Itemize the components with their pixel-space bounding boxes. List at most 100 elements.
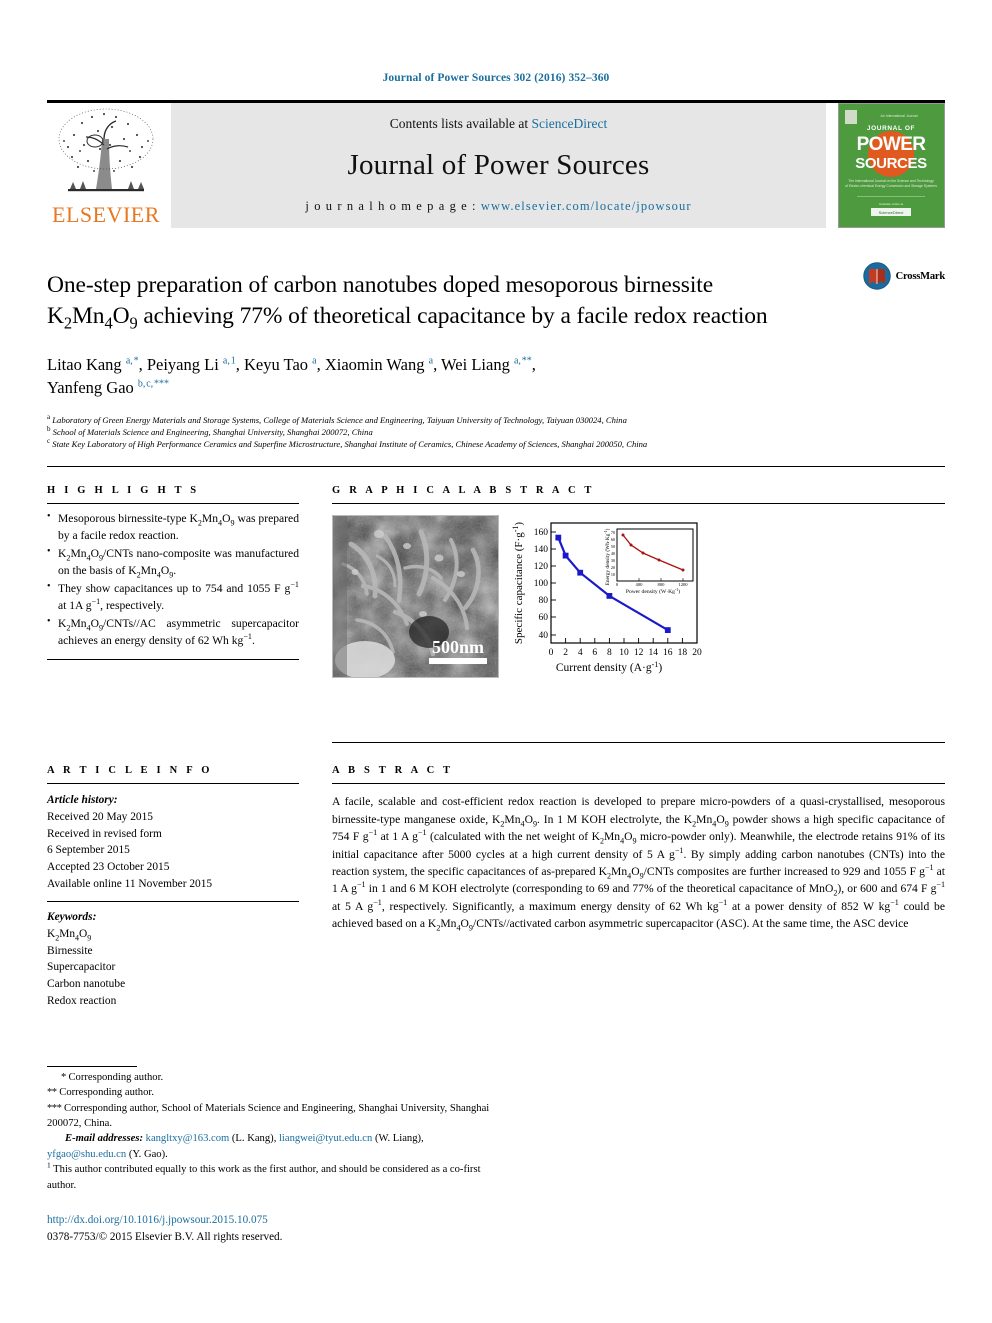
specific-capacitance-plot: 40 60 80 100 120 140 160 0 2 4 6 8 10 12… bbox=[511, 522, 702, 674]
svg-text:6: 6 bbox=[592, 648, 597, 658]
highlights-heading: H I G H L I G H T S bbox=[47, 485, 200, 497]
svg-text:8: 8 bbox=[607, 648, 612, 658]
author-affiliation-mark: a, 1 bbox=[222, 355, 236, 367]
graphical-abstract-column: G R A P H I C A L A B S T R A C T 500nm … bbox=[332, 485, 945, 744]
x-axis-label: Current density (A·g-1) bbox=[556, 660, 663, 674]
journal-title: Journal of Power Sources bbox=[347, 149, 650, 181]
keywords-divider bbox=[47, 901, 299, 903]
footnotes-block: * Corresponding author. ** Corresponding… bbox=[47, 1066, 502, 1193]
sem-micrograph-art: 500nm bbox=[333, 516, 498, 678]
svg-text:JOURNAL OF: JOURNAL OF bbox=[867, 125, 915, 132]
list-item: K2Mn4O9/CNTs//AC asymmetric supercapacit… bbox=[47, 615, 299, 650]
elsevier-tree-icon bbox=[58, 108, 154, 192]
author-item[interactable]: Xiaomin Wang a bbox=[325, 355, 433, 374]
email-addresses-label: E-mail addresses: bbox=[65, 1133, 143, 1145]
svg-text:14: 14 bbox=[648, 648, 658, 658]
affiliation-item: a Laboratory of Green Energy Materials a… bbox=[47, 414, 945, 426]
svg-text:An International Journal: An International Journal bbox=[881, 114, 918, 118]
author-affiliation-mark: b, c, *** bbox=[137, 378, 170, 390]
affiliation-mark: c bbox=[47, 437, 51, 446]
svg-text:ScienceDirect: ScienceDirect bbox=[879, 210, 905, 215]
journal-cover-image: An International Journal JOURNAL OF POWE… bbox=[838, 103, 945, 228]
footer-block: http://dx.doi.org/10.1016/j.jpowsour.201… bbox=[47, 1212, 282, 1246]
svg-text:500nm: 500nm bbox=[432, 637, 484, 657]
contents-prefix: Contents lists available at bbox=[389, 116, 532, 131]
email-owner: (L. Kang) bbox=[231, 1133, 274, 1145]
list-item: They show capacitances up to 754 and 105… bbox=[47, 580, 299, 615]
svg-text:160: 160 bbox=[534, 528, 549, 538]
journal-cover-art: An International Journal JOURNAL OF POWE… bbox=[839, 104, 944, 227]
article-history-block: Article history: Received 20 May 2015 Re… bbox=[47, 792, 299, 892]
crossmark-badge[interactable]: CrossMark bbox=[862, 262, 945, 290]
abstract-rule bbox=[332, 783, 945, 785]
article-info-column: A R T I C L E I N F O Article history: R… bbox=[47, 765, 299, 1009]
crossmark-icon bbox=[862, 262, 891, 290]
footnote-item: ** Corresponding author. bbox=[47, 1085, 502, 1100]
svg-text:0: 0 bbox=[549, 648, 554, 658]
author-item[interactable]: Yanfeng Gao b, c, *** bbox=[47, 378, 169, 397]
page-title: One-step preparation of carbon nanotubes… bbox=[47, 272, 768, 333]
svg-text:of Electro chemical Energy Con: of Electro chemical Energy Conversion an… bbox=[845, 184, 937, 188]
abstract-text: A facile, scalable and cost-efficient re… bbox=[332, 795, 946, 933]
footnote-email-item: E-mail addresses: kangltxy@163.com (L. K… bbox=[47, 1133, 424, 1160]
svg-text:400: 400 bbox=[636, 582, 644, 587]
svg-text:2: 2 bbox=[563, 648, 568, 658]
affiliation-text: State Key Laboratory of High Performance… bbox=[52, 439, 648, 450]
svg-text:12: 12 bbox=[634, 648, 644, 658]
history-item: Accepted 23 October 2015 bbox=[47, 861, 170, 874]
footnote-text: Corresponding author. bbox=[68, 1072, 164, 1083]
info-abstract-row: A R T I C L E I N F O Article history: R… bbox=[47, 765, 945, 1009]
elsevier-logo: ELSEVIER bbox=[47, 103, 165, 228]
footnote-item: *** Corresponding author, School of Mate… bbox=[47, 1101, 502, 1132]
svg-text:30: 30 bbox=[611, 558, 615, 563]
elsevier-wordmark: ELSEVIER bbox=[52, 202, 160, 227]
author-item[interactable]: Keyu Tao a bbox=[244, 355, 317, 374]
y-axis-label: Specific capacitance (F·g-1) bbox=[511, 522, 525, 644]
author-affiliation-mark: a bbox=[312, 355, 317, 367]
svg-text:800: 800 bbox=[658, 582, 666, 587]
svg-text:10: 10 bbox=[619, 648, 629, 658]
sciencedirect-link[interactable]: ScienceDirect bbox=[532, 116, 608, 131]
affiliation-list: a Laboratory of Green Energy Materials a… bbox=[47, 414, 945, 451]
graphical-abstract-heading: G R A P H I C A L A B S T R A C T bbox=[332, 485, 595, 497]
history-item: Received 20 May 2015 bbox=[47, 811, 153, 824]
article-info-heading: A R T I C L E I N F O bbox=[47, 765, 213, 777]
svg-text:10: 10 bbox=[611, 572, 615, 577]
title-divider bbox=[47, 466, 945, 468]
author-affiliation-mark: a, ** bbox=[513, 355, 532, 367]
list-item: Mesoporous birnessite-type K2Mn4O9 was p… bbox=[47, 510, 299, 545]
author-affiliation-mark: a, * bbox=[125, 355, 139, 367]
svg-text:40: 40 bbox=[611, 551, 615, 556]
author-affiliation-mark: a bbox=[428, 355, 434, 367]
svg-text:100: 100 bbox=[534, 579, 549, 589]
author-list: Litao Kang a, *, Peiyang Li a, 1, Keyu T… bbox=[47, 355, 536, 398]
svg-text:60: 60 bbox=[539, 613, 549, 623]
email-link[interactable]: kangltxy@163.com bbox=[146, 1133, 230, 1144]
doi-link[interactable]: http://dx.doi.org/10.1016/j.jpowsour.201… bbox=[47, 1212, 282, 1229]
author-item[interactable]: Peiyang Li a, 1 bbox=[147, 355, 236, 374]
svg-text:140: 140 bbox=[534, 545, 549, 555]
keywords-block: Keywords: K2Mn4O9 Birnessite Supercapaci… bbox=[47, 909, 299, 1009]
homepage-url-link[interactable]: www.elsevier.com/locate/jpowsour bbox=[481, 199, 692, 213]
keyword-item: Birnessite bbox=[47, 944, 93, 957]
keyword-item: Carbon nanotube bbox=[47, 977, 126, 990]
footnote-text: Corresponding author, School of Material… bbox=[47, 1102, 490, 1130]
author-item[interactable]: Wei Liang a, ** bbox=[441, 355, 532, 374]
footnote-divider bbox=[47, 1066, 137, 1067]
article-history-label: Article history: bbox=[47, 794, 118, 807]
keyword-item: Redox reaction bbox=[47, 994, 117, 1007]
email-link[interactable]: liangwei@tyut.edu.cn bbox=[279, 1133, 372, 1144]
author-item[interactable]: Litao Kang a, * bbox=[47, 355, 139, 374]
journal-masthead: ELSEVIER Contents lists available at Sci… bbox=[47, 100, 945, 228]
keyword-item: K2Mn4O9 bbox=[47, 927, 92, 943]
affiliation-item: b School of Materials Science and Engine… bbox=[47, 426, 945, 438]
highlights-column: H I G H L I G H T S Mesoporous birnessit… bbox=[47, 485, 299, 743]
affiliation-mark: a bbox=[47, 413, 51, 422]
email-link[interactable]: yfgao@shu.edu.cn bbox=[47, 1149, 126, 1160]
svg-text:50: 50 bbox=[611, 544, 615, 549]
abstract-heading: A B S T R A C T bbox=[332, 765, 454, 777]
footnote-item: 1 This author contributed equally to thi… bbox=[47, 1161, 502, 1193]
article-page: Journal of Power Sources 302 (2016) 352–… bbox=[0, 0, 992, 1323]
sem-micrograph-image: 500nm bbox=[332, 515, 499, 679]
highlights-list: Mesoporous birnessite-type K2Mn4O9 was p… bbox=[47, 510, 299, 650]
